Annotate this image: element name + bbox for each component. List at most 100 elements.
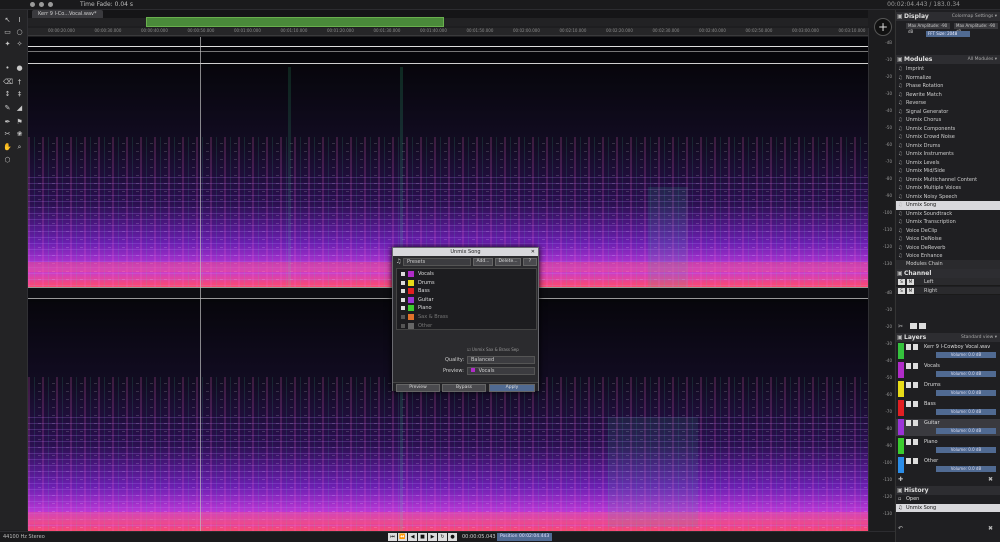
source-checkbox[interactable] xyxy=(401,289,405,294)
dropper-icon[interactable]: ❀ xyxy=(15,130,24,138)
layer-solo-toggle[interactable] xyxy=(906,458,911,464)
layer-solo-toggle[interactable] xyxy=(906,401,911,407)
dot-tool-icon[interactable]: • xyxy=(3,64,12,72)
preset-add-button[interactable]: Add... xyxy=(473,258,493,266)
layer-row[interactable]: Guitar Volume: 0.0 dB xyxy=(896,419,1000,436)
layer-solo-toggle[interactable] xyxy=(906,439,911,445)
stamp-icon[interactable]: ‡ xyxy=(15,90,24,98)
module-item[interactable]: ♫ Normalize xyxy=(896,74,1000,83)
dialog-help-button[interactable]: ? xyxy=(523,258,537,266)
record-icon[interactable]: ● xyxy=(448,533,457,541)
pin-icon[interactable]: † xyxy=(15,78,24,86)
layer-mute-toggle[interactable] xyxy=(913,420,918,426)
eraser-icon[interactable]: ⌫ xyxy=(3,78,13,86)
layer-volume-slider[interactable]: Volume: 0.0 dB xyxy=(936,390,996,396)
zoom-icon[interactable]: ⌕ xyxy=(15,143,24,151)
maximize-window-button[interactable] xyxy=(48,2,53,7)
display-amp-field-b[interactable]: Max Amplitude: -90 dB xyxy=(954,23,998,34)
layer-add-icon[interactable]: ✚ xyxy=(898,476,903,483)
position-display[interactable]: Position 00:02:04.443 xyxy=(497,533,553,541)
layer-tool-b[interactable] xyxy=(919,323,926,329)
module-item[interactable]: ♫ Unmix Noisy Speech xyxy=(896,193,1000,202)
layer-tool-a[interactable] xyxy=(910,323,917,329)
rewind-icon[interactable]: ⏪ xyxy=(398,533,407,541)
layer-volume-slider[interactable]: Volume: 0.0 dB xyxy=(936,371,996,377)
rect-select-icon[interactable]: ▭ xyxy=(3,28,12,36)
module-item[interactable]: ♫ Unmix Instruments xyxy=(896,150,1000,159)
layer-row[interactable]: Piano Volume: 0.0 dB xyxy=(896,438,1000,455)
preview-button[interactable]: Preview xyxy=(396,384,440,392)
layer-row[interactable]: Drums Volume: 0.0 dB xyxy=(896,381,1000,398)
pen-icon[interactable]: ✒ xyxy=(3,118,12,126)
display-fft-field[interactable]: FFT Size: 2048 xyxy=(926,31,970,37)
module-item[interactable]: ♫ Voice DeReverb xyxy=(896,244,1000,253)
layers-view-dropdown[interactable]: Standard view ▾ xyxy=(961,333,997,342)
modules-header[interactable]: ▣ Modules All Modules ▾ xyxy=(896,55,1000,64)
timecode-display[interactable]: 00:00:05.043 xyxy=(462,534,496,540)
sax-option-note[interactable]: ☑ Unmix Sax & Brass Sep xyxy=(467,347,519,352)
colormap-settings-dropdown[interactable]: Colormap Settings ▾ xyxy=(952,12,997,21)
layer-volume-slider[interactable]: Volume: 0.0 dB xyxy=(936,352,996,358)
source-row[interactable]: Other xyxy=(399,322,536,330)
module-item[interactable]: ♫ Unmix Multichannel Content xyxy=(896,176,1000,185)
channel-header[interactable]: ▣ Channel xyxy=(896,269,1000,278)
channel-row-right[interactable]: SM Right xyxy=(896,287,1000,295)
module-item[interactable]: ♫ Unmix Drums xyxy=(896,142,1000,151)
layer-row[interactable]: Bass Volume: 0.0 dB xyxy=(896,400,1000,417)
preview-dropdown[interactable]: Vocals xyxy=(467,367,535,375)
layer-solo-toggle[interactable] xyxy=(906,382,911,388)
layer-mute-toggle[interactable] xyxy=(913,344,918,350)
frequency-scale[interactable]: -dB -10 -20 -30 -40 -50 -60 -70 -80 -90 -100 -110 -1… xyxy=(868,28,894,531)
module-item[interactable]: ♫ Unmix Crowd Noise xyxy=(896,133,1000,142)
preset-delete-button[interactable]: Delete... xyxy=(495,258,521,266)
source-row[interactable]: Vocals xyxy=(399,270,536,278)
circle-tool-icon[interactable]: ● xyxy=(15,64,24,72)
undo-icon[interactable]: ↶ xyxy=(898,525,903,532)
dialog-close-icon[interactable]: ✕ xyxy=(531,248,535,256)
stop-icon[interactable]: ■ xyxy=(418,533,427,541)
apply-button[interactable]: Apply xyxy=(489,384,535,392)
magic-wand-icon[interactable]: ✧ xyxy=(15,40,24,48)
layer-mute-toggle[interactable] xyxy=(913,382,918,388)
channel-row-left[interactable]: SM Left xyxy=(896,278,1000,286)
layer-row[interactable]: Kerr 9 I-Cowboy Vocal.wav Volume: 0.0 dB xyxy=(896,343,1000,360)
history-item-unmix-song[interactable]: ♫ Unmix Song xyxy=(896,504,1000,512)
source-row[interactable]: Piano xyxy=(399,304,536,312)
source-checkbox[interactable] xyxy=(401,280,405,285)
layer-solo-toggle[interactable] xyxy=(906,420,911,426)
clone-icon[interactable]: ⚑ xyxy=(15,118,24,126)
gain-tool-icon[interactable]: ↕ xyxy=(3,90,12,98)
layer-solo-toggle[interactable] xyxy=(906,363,911,369)
layer-mute-toggle[interactable] xyxy=(913,363,918,369)
layer-mute-toggle[interactable] xyxy=(913,439,918,445)
go-to-start-icon[interactable]: ⏮ xyxy=(388,533,397,541)
dialog-title-bar[interactable]: Unmix Song ✕ xyxy=(393,248,538,256)
module-item[interactable]: ♫ Voice DeClip xyxy=(896,227,1000,236)
overview-selection[interactable] xyxy=(146,17,444,27)
layer-mute-toggle[interactable] xyxy=(913,401,918,407)
source-row[interactable]: Sax & Brass xyxy=(399,313,536,321)
source-checkbox[interactable] xyxy=(401,306,405,311)
pencil-icon[interactable]: ✎ xyxy=(3,104,12,112)
layer-volume-slider[interactable]: Volume: 0.0 dB xyxy=(936,466,996,472)
source-checkbox[interactable] xyxy=(401,323,405,328)
timeline-ruler[interactable]: 00:00:20.000 00:00:30.000 00:00:40.000 00:0… xyxy=(28,28,868,36)
select-arrow-icon[interactable]: ↖ xyxy=(3,16,12,24)
channel-solo-left[interactable]: S xyxy=(898,279,905,285)
playhead-cursor[interactable] xyxy=(200,37,201,532)
play-icon[interactable]: ▶ xyxy=(428,533,437,541)
source-row[interactable]: Guitar xyxy=(399,296,536,304)
lasso-icon[interactable]: ○ xyxy=(15,28,24,36)
history-item-open[interactable]: ▫ Open xyxy=(896,495,1000,503)
source-checkbox[interactable] xyxy=(401,315,405,319)
layer-delete-icon[interactable]: ✖ xyxy=(988,476,993,483)
history-header[interactable]: ▣ History xyxy=(896,486,1000,495)
module-item[interactable]: ♫ Unmix Levels xyxy=(896,159,1000,168)
module-item[interactable]: ♫ Signal Generator xyxy=(896,108,1000,117)
modules-chain-link[interactable]: Modules Chain xyxy=(896,260,1000,269)
time-select-icon[interactable]: I xyxy=(15,16,24,24)
module-item[interactable]: ♫ Unmix Chorus xyxy=(896,116,1000,125)
module-item[interactable]: ♫ Unmix Soundtrack xyxy=(896,210,1000,219)
fill-icon[interactable]: ◢ xyxy=(15,104,24,112)
module-item[interactable]: ♫ Unmix Song xyxy=(896,201,1000,210)
